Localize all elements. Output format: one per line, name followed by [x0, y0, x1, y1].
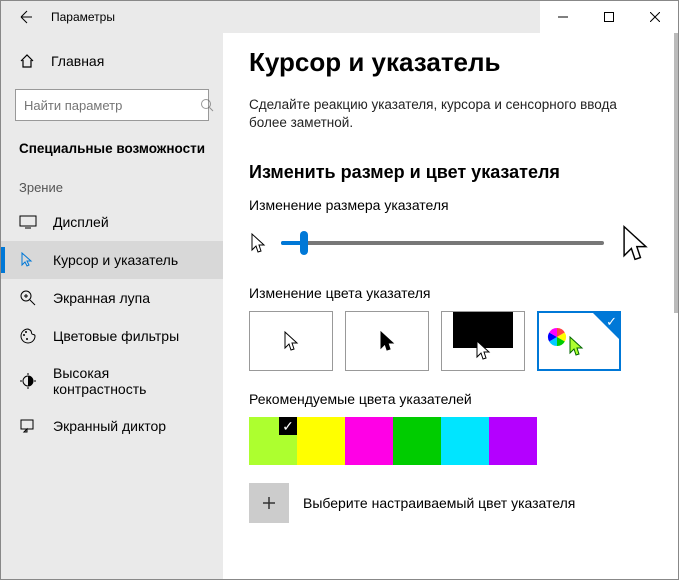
color-wheel-icon [547, 327, 567, 347]
custom-color-row: Выберите настраиваемый цвет указателя [249, 483, 652, 523]
pointer-option-black[interactable] [345, 311, 429, 371]
pointer-size-row [249, 223, 652, 263]
sidebar-item-color-filters[interactable]: Цветовые фильтры [1, 317, 223, 355]
sidebar-item-label: Экранный диктор [53, 418, 166, 434]
search-icon [200, 98, 214, 112]
magnifier-icon [19, 289, 37, 307]
display-icon [19, 213, 37, 231]
back-button[interactable] [1, 1, 47, 33]
swatch-lime[interactable] [249, 417, 297, 465]
sidebar-group-title: Специальные возможности [1, 137, 223, 174]
narrator-icon [19, 417, 37, 435]
nav-home-label: Главная [51, 53, 104, 69]
window-title: Параметры [47, 10, 115, 24]
pointer-size-slider[interactable] [281, 241, 604, 245]
swatch-green[interactable] [393, 417, 441, 465]
window-controls [540, 1, 678, 33]
plus-icon [261, 495, 277, 511]
pointer-option-inverted[interactable] [441, 311, 525, 371]
small-pointer-icon [249, 232, 267, 254]
section-heading: Изменить размер и цвет указателя [249, 162, 652, 183]
window-titlebar: Параметры [1, 1, 678, 33]
sidebar-item-label: Дисплей [53, 214, 109, 230]
sidebar-item-display[interactable]: Дисплей [1, 203, 223, 241]
recommended-swatches [249, 417, 652, 465]
add-custom-color-button[interactable] [249, 483, 289, 523]
home-icon [19, 53, 35, 69]
search-box[interactable] [15, 89, 209, 121]
slider-thumb[interactable] [300, 231, 308, 255]
maximize-button[interactable] [586, 1, 632, 33]
sidebar-item-label: Высокая контрастность [53, 365, 205, 397]
scrollbar[interactable] [674, 33, 678, 313]
sidebar: Главная Специальные возможности Зрение Д… [1, 33, 223, 579]
pointer-option-white[interactable] [249, 311, 333, 371]
close-button[interactable] [632, 1, 678, 33]
sidebar-item-cursor[interactable]: Курсор и указатель [1, 241, 223, 279]
pointer-color-label: Изменение цвета указателя [249, 285, 652, 301]
pointer-option-custom[interactable]: ✓ [537, 311, 621, 371]
sidebar-item-label: Цветовые фильтры [53, 328, 179, 344]
swatch-purple[interactable] [489, 417, 537, 465]
swatch-cyan[interactable] [441, 417, 489, 465]
sidebar-item-label: Курсор и указатель [53, 252, 178, 268]
contrast-icon [19, 372, 37, 390]
minimize-button[interactable] [540, 1, 586, 33]
sidebar-item-label: Экранная лупа [53, 290, 150, 306]
pointer-color-options: ✓ [249, 311, 652, 371]
page-description: Сделайте реакцию указателя, курсора и се… [249, 96, 649, 132]
check-icon: ✓ [606, 314, 617, 330]
content-pane: Курсор и указатель Сделайте реакцию указ… [223, 33, 678, 579]
sidebar-section-label: Зрение [1, 174, 223, 203]
custom-color-label: Выберите настраиваемый цвет указателя [303, 495, 575, 511]
swatch-magenta[interactable] [345, 417, 393, 465]
cursor-icon [19, 251, 37, 269]
sidebar-item-high-contrast[interactable]: Высокая контрастность [1, 355, 223, 407]
large-pointer-icon [618, 223, 652, 263]
sidebar-item-narrator[interactable]: Экранный диктор [1, 407, 223, 445]
swatch-yellow[interactable] [297, 417, 345, 465]
recommended-colors-label: Рекомендуемые цвета указателей [249, 391, 652, 407]
pointer-size-label: Изменение размера указателя [249, 197, 652, 213]
search-input[interactable] [24, 98, 200, 113]
nav-home[interactable]: Главная [1, 45, 223, 77]
sidebar-item-magnifier[interactable]: Экранная лупа [1, 279, 223, 317]
page-title: Курсор и указатель [249, 47, 652, 78]
palette-icon [19, 327, 37, 345]
